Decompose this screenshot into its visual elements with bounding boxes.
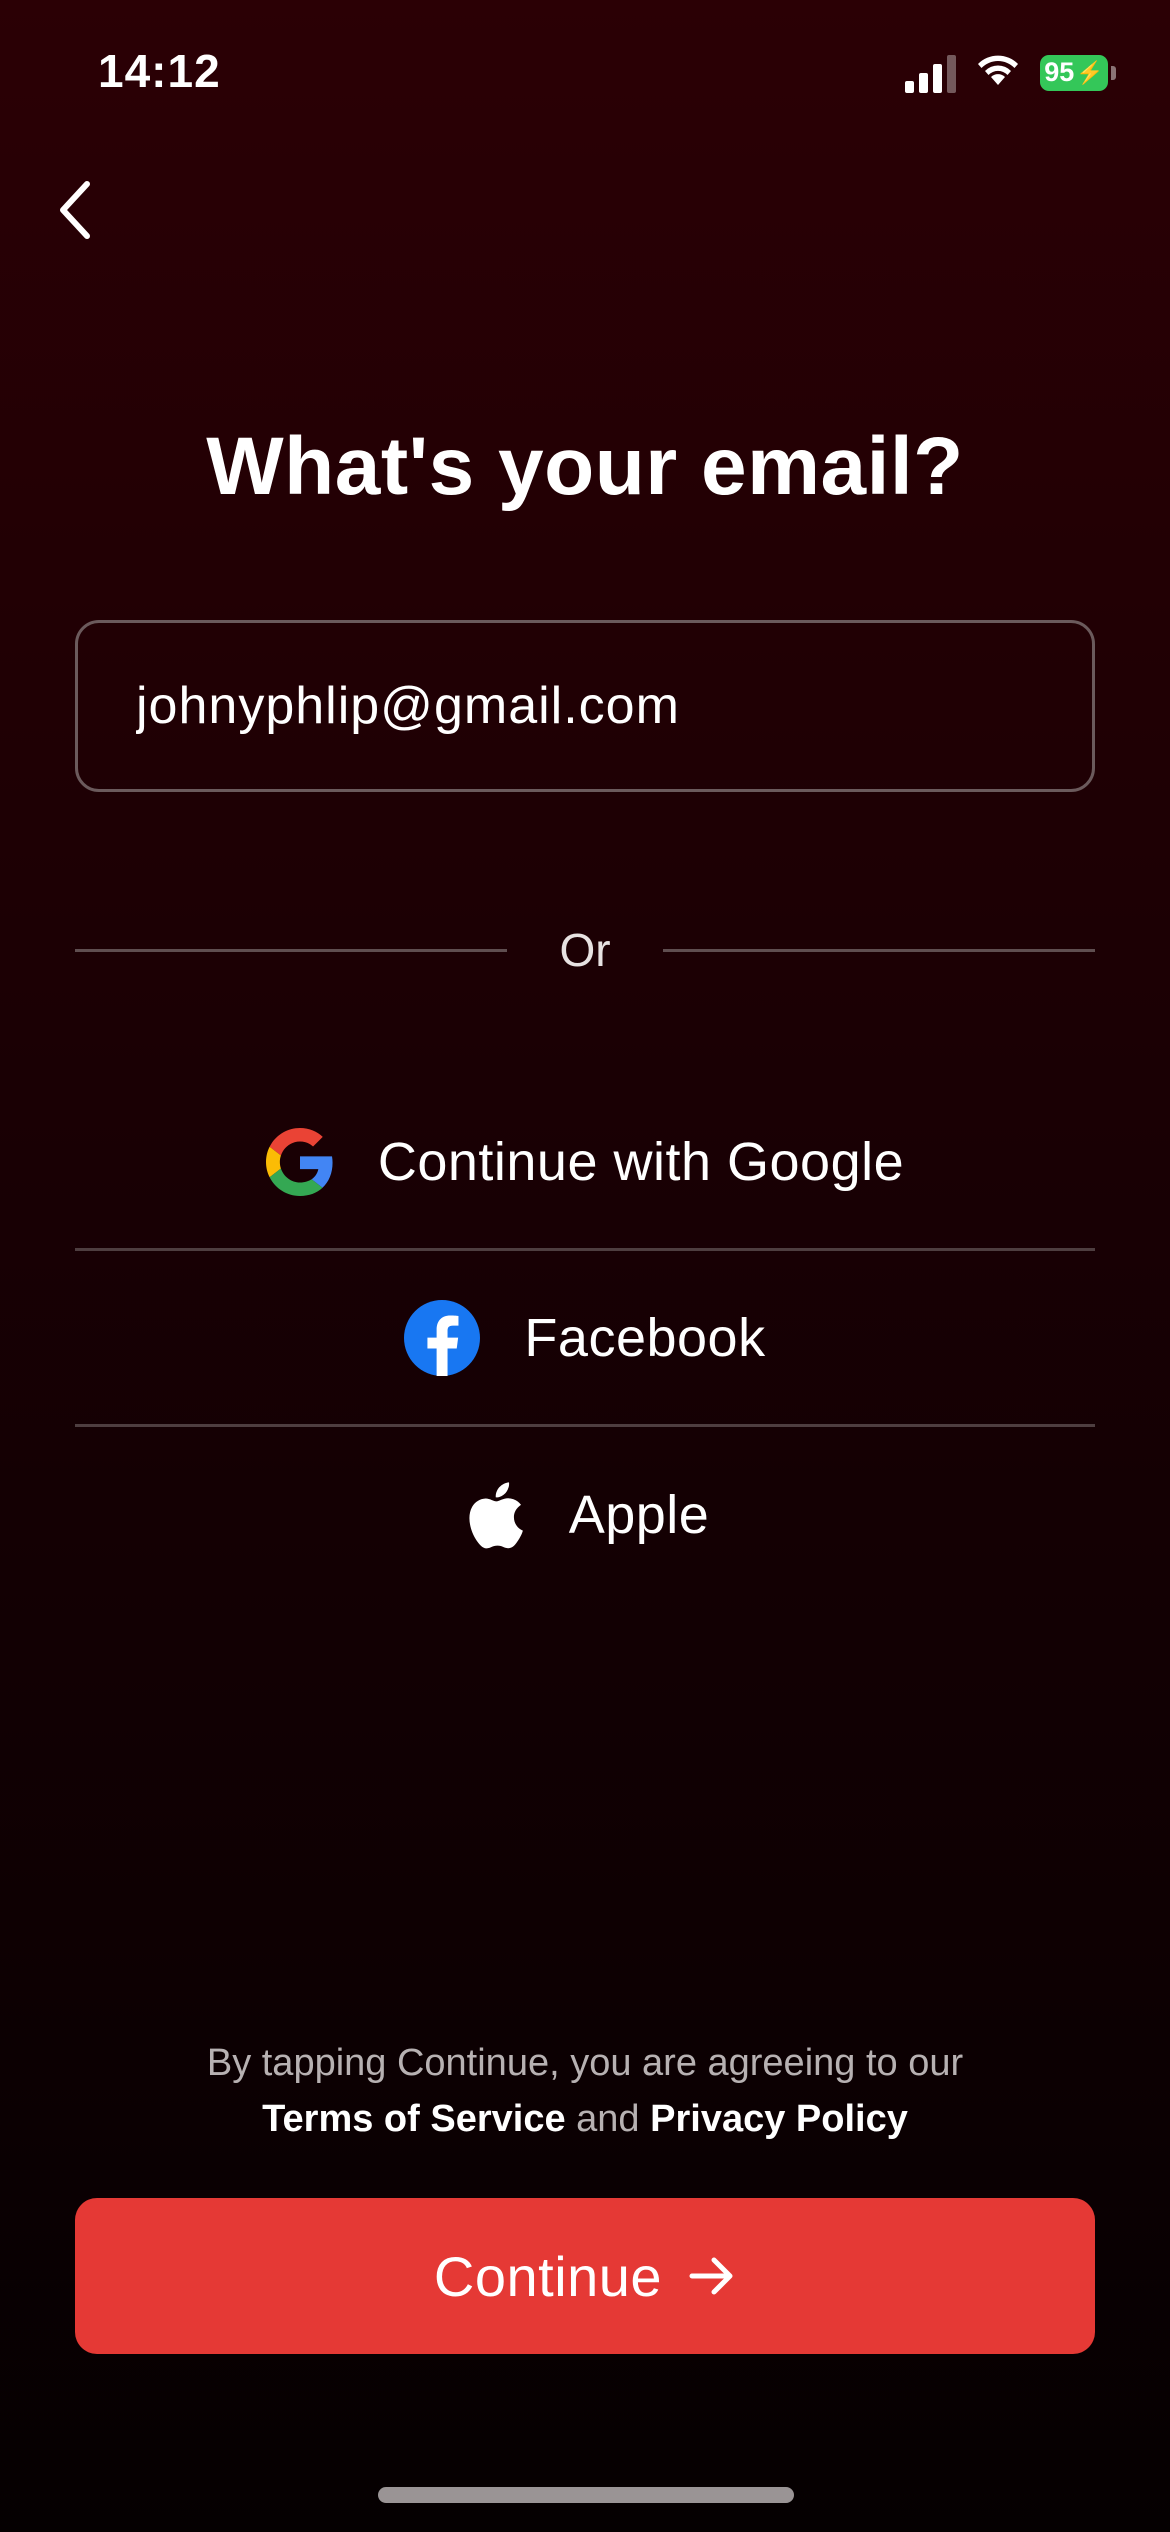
continue-with-google-button[interactable]: Continue with Google: [75, 1075, 1095, 1251]
social-login-list: Continue with Google Facebook Apple: [75, 1075, 1095, 1603]
email-field[interactable]: [75, 620, 1095, 792]
terms-notice: By tapping Continue, you are agreeing to…: [0, 2035, 1170, 2147]
continue-with-apple-button[interactable]: Apple: [75, 1427, 1095, 1603]
battery-indicator: 95 ⚡: [1040, 54, 1116, 91]
status-time: 14:12: [98, 45, 221, 97]
apple-label: Apple: [568, 1485, 710, 1545]
arrow-right-icon: [689, 2257, 733, 2295]
home-indicator: [378, 2487, 794, 2503]
wifi-icon: [974, 52, 1022, 93]
continue-button[interactable]: Continue: [75, 2198, 1095, 2354]
terms-links-line: Terms of Service and Privacy Policy: [0, 2091, 1170, 2147]
divider-line-right: [663, 948, 1095, 952]
terms-conjunction: and: [576, 2098, 640, 2140]
google-label: Continue with Google: [377, 1131, 905, 1192]
continue-label: Continue: [433, 2244, 663, 2308]
or-divider: Or: [75, 910, 1095, 990]
apple-logo-icon: [461, 1477, 525, 1553]
facebook-logo-icon: [404, 1299, 481, 1376]
back-button[interactable]: [40, 170, 110, 250]
continue-with-facebook-button[interactable]: Facebook: [75, 1251, 1095, 1427]
page-title: What's your email?: [206, 421, 964, 512]
terms-prefix: By tapping Continue, you are agreeing to…: [206, 2042, 964, 2084]
or-label: Or: [559, 924, 611, 976]
charging-bolt-icon: ⚡: [1076, 59, 1104, 85]
privacy-policy-link[interactable]: Privacy Policy: [650, 2098, 908, 2140]
cellular-signal-icon: [905, 53, 956, 93]
status-icons: 95 ⚡: [905, 52, 1116, 93]
terms-of-service-link[interactable]: Terms of Service: [262, 2098, 565, 2140]
divider-line-left: [75, 948, 507, 952]
google-logo-icon: [265, 1127, 334, 1196]
battery-level: 95: [1044, 57, 1075, 87]
facebook-label: Facebook: [524, 1307, 766, 1368]
status-bar: 14:12 95 ⚡: [0, 0, 1170, 150]
chevron-left-icon: [60, 181, 90, 239]
